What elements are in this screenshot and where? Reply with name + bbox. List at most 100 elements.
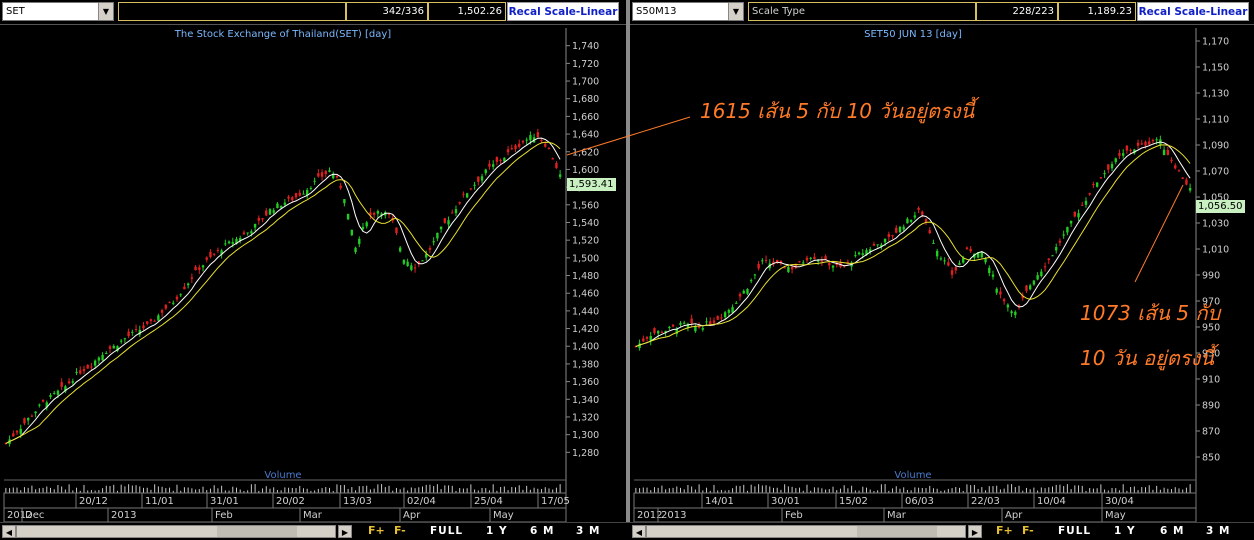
candle-body [999,291,1002,295]
scroll-thumb[interactable] [857,526,937,537]
candle-body [354,247,357,252]
month-tick-label: Mar [303,510,323,521]
recal-scale-button[interactable]: Recal Scale-Linear [507,2,619,21]
f-plus-button[interactable]: F+ [996,524,1013,537]
candle-body [1043,266,1047,268]
f-minus-button[interactable]: F- [394,524,406,537]
candle-body [53,392,56,394]
y-tick-label: 1,700 [572,77,599,88]
candle-body [142,325,145,329]
candle-body [488,163,491,167]
candle-body [465,193,469,198]
ma5-line [5,137,561,444]
candle-body [346,213,350,220]
candle-body [653,328,656,334]
candle-body [227,241,231,244]
f-plus-button[interactable]: F+ [368,524,385,537]
date-tick-label: 31/01 [210,496,239,507]
candle-body [302,193,305,195]
y-tick-label: 1,010 [1202,245,1229,256]
f-minus-button[interactable]: F- [1022,524,1034,537]
candle-body [26,418,30,421]
candle-body [820,260,824,262]
candle-body [428,248,432,250]
chevron-down-icon[interactable]: ▼ [98,3,113,20]
candle-body [783,267,786,269]
symbol-select-right[interactable]: S50M13 ▼ [632,2,744,21]
date-tick-label: 02/04 [407,496,436,507]
candle-body [1148,141,1151,145]
set-price-chart[interactable]: The Stock Exchange of Thailand(SET) [day… [0,24,626,522]
candle-body [991,274,995,277]
candle-body [484,169,487,174]
symbol-select-left[interactable]: SET ▼ [2,2,114,21]
horizontal-scrollbar-right[interactable] [646,525,966,538]
candle-body [928,230,931,234]
horizontal-scrollbar-left[interactable] [16,525,336,538]
range-1y-button[interactable]: 1 Y [486,525,508,537]
candle-body [1077,213,1080,218]
candle-body [480,176,484,181]
candle-body [454,209,458,214]
candle-body [168,301,171,303]
candle-body [510,148,513,150]
chevron-down-icon[interactable]: ▼ [728,3,743,20]
scroll-left-icon[interactable]: ◀ [632,525,646,538]
range-6m-button[interactable]: 6 M [530,525,554,537]
candle-body [309,188,313,190]
range-1y-button[interactable]: 1 Y [1114,525,1136,537]
date-tick-label: 20/02 [276,496,305,507]
y-tick-label: 1,420 [572,324,599,335]
candle-body [529,135,532,141]
last-value: 1,502.26 [428,2,506,21]
candle-body [183,286,186,290]
y-tick-label: 1,090 [1202,141,1229,152]
candle-body [447,220,450,225]
candle-body [805,257,809,261]
month-tick-label: 2012 [637,510,662,521]
scroll-left-icon[interactable]: ◀ [2,525,16,538]
candle-body [921,211,924,215]
candle-body [506,149,510,153]
range-full-button[interactable]: FULL [1058,525,1091,537]
candle-body [947,262,950,266]
scroll-thumb[interactable] [217,526,297,537]
scroll-right-icon[interactable]: ▶ [338,525,352,538]
y-tick-label: 1,320 [572,412,599,423]
candle-body [790,266,794,270]
chart-title: The Stock Exchange of Thailand(SET) [day… [174,29,391,40]
y-tick-label: 1,130 [1202,89,1229,100]
range-full-button[interactable]: FULL [430,525,463,537]
y-tick-label: 890 [1202,401,1220,412]
candle-body [1125,145,1129,151]
range-6m-button[interactable]: 6 M [1160,525,1184,537]
candle-body [60,382,63,387]
candle-body [1014,311,1017,316]
candle-body [883,238,887,243]
scroll-right-icon[interactable]: ▶ [968,525,982,538]
candle-body [131,331,134,333]
candle-body [1118,153,1121,156]
candle-body [872,243,876,246]
range-3m-button[interactable]: 3 M [1206,525,1230,537]
candle-body [261,218,264,220]
date-tick-label: 10/04 [1037,496,1066,507]
candle-body [757,263,760,269]
recal-scale-button[interactable]: Recal Scale-Linear [1137,2,1249,21]
date-tick-label: 14/01 [705,496,734,507]
candle-body [320,172,324,177]
candle-body [1144,141,1147,146]
range-3m-button[interactable]: 3 M [576,525,600,537]
y-tick-label: 1,740 [572,41,599,52]
candle-body [361,226,365,230]
candle-body [831,265,835,268]
candle-body [742,290,745,294]
candle-body [656,330,660,334]
date-tick-label: 30/01 [771,496,800,507]
y-tick-label: 1,400 [572,342,599,353]
candle-body [231,242,234,244]
candle-body [90,366,93,368]
candle-body [406,261,409,267]
candle-body [1099,177,1103,179]
candle-body [97,357,101,361]
